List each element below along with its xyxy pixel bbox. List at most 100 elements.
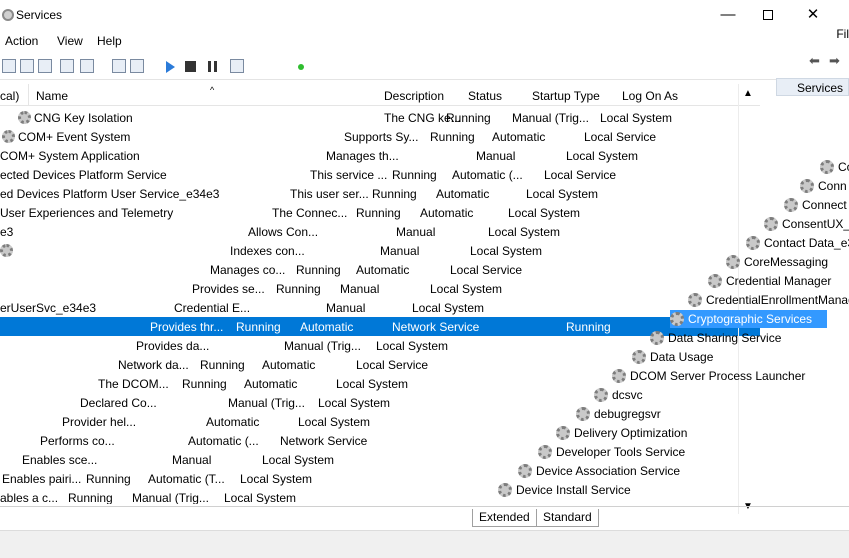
menu-help[interactable]: Help [97,34,122,48]
service-gear-icon [556,426,570,440]
service-startup: Manual (Trig... [284,339,361,353]
restart-service-icon[interactable] [230,59,244,73]
service-status: Running [68,491,113,504]
service-startup: Automatic [420,206,474,220]
service-logon: Local System [262,453,335,467]
service-startup: Manual [340,282,380,296]
service-startup: Manual [326,301,366,315]
service-startup: Automatic (T... [148,472,225,486]
service-item[interactable]: Delivery Optimization [556,424,756,442]
column-description[interactable]: Description [384,89,444,103]
service-description: ables a c... [0,491,59,504]
service-description: Manages th... [326,149,399,163]
service-item[interactable]: Conn [800,177,849,195]
window-title: Services [16,8,63,22]
service-item-selected[interactable]: Cryptographic Services [670,310,827,328]
service-status: Running [372,187,417,201]
services-gear-icon [2,9,14,21]
service-startup: Automatic [206,415,260,429]
column-scope-fragment[interactable]: cal) [0,89,19,103]
service-description: The DCOM... [98,377,169,391]
service-name: ed Devices Platform User Service_e34e3 [0,187,220,201]
tab-standard[interactable]: Standard [536,509,599,527]
service-item[interactable]: DCOM Server Process Launcher [612,367,812,385]
properties-icon[interactable] [130,59,144,73]
service-name: User Experiences and Telemetry [0,206,174,220]
service-gear-icon [764,217,778,231]
service-name: CNG Key Isolation [34,111,133,125]
service-startup: Automatic [262,358,316,372]
menu-action[interactable]: Action [5,34,38,48]
service-name: erUserSvc_e34e3 [0,301,97,315]
service-logon: Local System [336,377,409,391]
service-status: Running [276,282,321,296]
stop-service-icon[interactable] [185,61,196,72]
status-dot-icon [298,64,304,70]
service-logon: Network Service [392,320,480,334]
service-description: Provides se... [192,282,265,296]
service-gear-icon [726,255,740,269]
maximize-icon [763,10,773,21]
service-status: Running [296,263,341,277]
service-description: This user ser... [290,187,369,201]
export-list-icon[interactable] [80,59,94,73]
services-node[interactable]: Services [776,78,849,96]
service-description: Declared Co... [80,396,157,410]
help-icon[interactable] [112,59,126,73]
service-item[interactable]: Contact Data_e3 [746,234,849,252]
tab-extended[interactable]: Extended [472,509,537,527]
close-button[interactable]: ✕ [790,0,836,30]
service-item[interactable]: Credential Manager [708,272,849,290]
back-arrow-icon[interactable]: ⬅ [809,53,820,69]
service-name: COM+ Event System [18,130,131,144]
service-gear-icon [708,274,722,288]
forward-arrow-icon[interactable]: ➡ [829,53,840,69]
refresh-icon[interactable] [60,59,74,73]
service-gear-icon [518,464,532,478]
service-description: Indexes con... [230,244,305,258]
service-startup: Manual (Trig... [132,491,209,504]
maximize-button[interactable] [745,0,791,30]
service-description: Performs co... [40,434,115,448]
sort-caret-icon: ^ [210,85,215,95]
pause-service-icon[interactable] [208,61,217,72]
service-gear-icon [784,198,798,212]
service-status: Running [86,472,131,486]
service-gear-icon [2,130,15,143]
menu-view[interactable]: View [57,34,83,48]
list-icon[interactable] [20,59,34,73]
start-service-icon[interactable] [166,61,175,73]
service-name: ected Devices Platform Service [0,168,167,182]
service-gear-icon [612,369,626,383]
show-hide-tree-icon[interactable] [2,59,16,73]
service-status: Running [200,358,245,372]
service-item[interactable]: Device Install Service [498,481,698,499]
service-item[interactable]: CoreMessaging [726,253,849,271]
service-item[interactable]: dcsvc [594,386,794,404]
menu-file-fragment[interactable]: Fil [836,27,849,41]
service-item[interactable]: Data Sharing Service [650,329,849,347]
service-gear-icon [746,236,760,250]
service-description: Enables pairi... [2,472,82,486]
service-item[interactable]: Connect [784,196,849,214]
title-bar: Services — ✕ [0,0,849,30]
column-name[interactable]: Name [36,89,68,103]
service-item[interactable]: Device Association Service [518,462,718,480]
service-gear-icon [632,350,646,364]
service-item[interactable]: CredentialEnrollmentManag [688,291,849,309]
service-description: The Connec... [272,206,348,220]
service-gear-icon [820,160,834,174]
service-gear-icon [538,445,552,459]
service-startup: Manual [380,244,420,258]
service-item[interactable]: Data Usage [632,348,832,366]
details-icon[interactable] [38,59,52,73]
service-description: Allows Con... [248,225,319,239]
service-logon: Local System [240,472,313,486]
service-item[interactable]: Co [820,158,849,176]
service-item[interactable]: Developer Tools Service [538,443,738,461]
service-logon: Network Service [280,434,368,448]
service-item[interactable]: debugregsvr [576,405,776,423]
service-item[interactable]: ConsentUX_e [764,215,849,233]
service-startup: Manual [396,225,436,239]
service-logon: Local System [376,339,449,353]
